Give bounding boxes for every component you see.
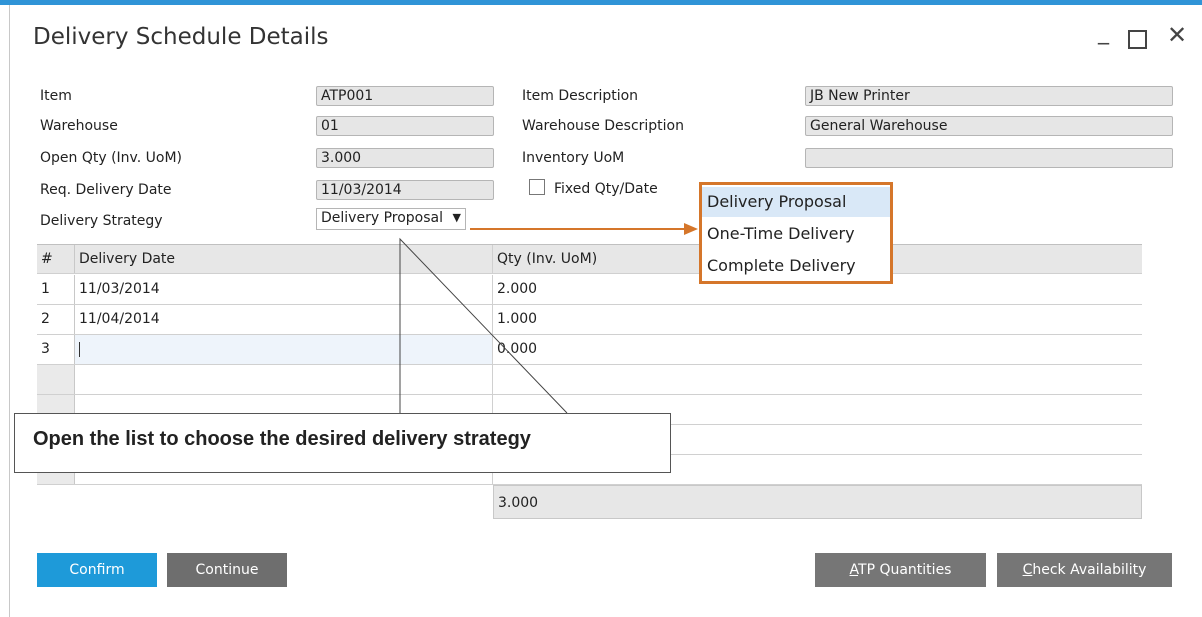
annotation-lines [399,223,698,414]
callout-pointer [399,237,568,414]
continue-button[interactable]: Continue [167,553,287,587]
option-delivery-proposal[interactable]: Delivery Proposal [702,187,890,217]
atp-quantities-label: TP Quantities [858,562,952,578]
pointer-arrow-head [684,223,698,235]
atp-quantities-button[interactable]: ATP Quantities [815,553,986,587]
check-availability-mnemonic: C [1022,562,1033,578]
instruction-callout: Open the list to choose the desired deli… [14,413,671,473]
check-availability-button[interactable]: Check Availability [997,553,1172,587]
option-complete-delivery[interactable]: Complete Delivery [702,251,890,281]
atp-quantities-mnemonic: A [849,562,859,578]
check-availability-label: heck Availability [1032,562,1147,578]
delivery-strategy-dropdown: Delivery Proposal One-Time Delivery Comp… [699,182,893,284]
option-one-time-delivery[interactable]: One-Time Delivery [702,219,890,249]
confirm-button[interactable]: Confirm [37,553,157,587]
